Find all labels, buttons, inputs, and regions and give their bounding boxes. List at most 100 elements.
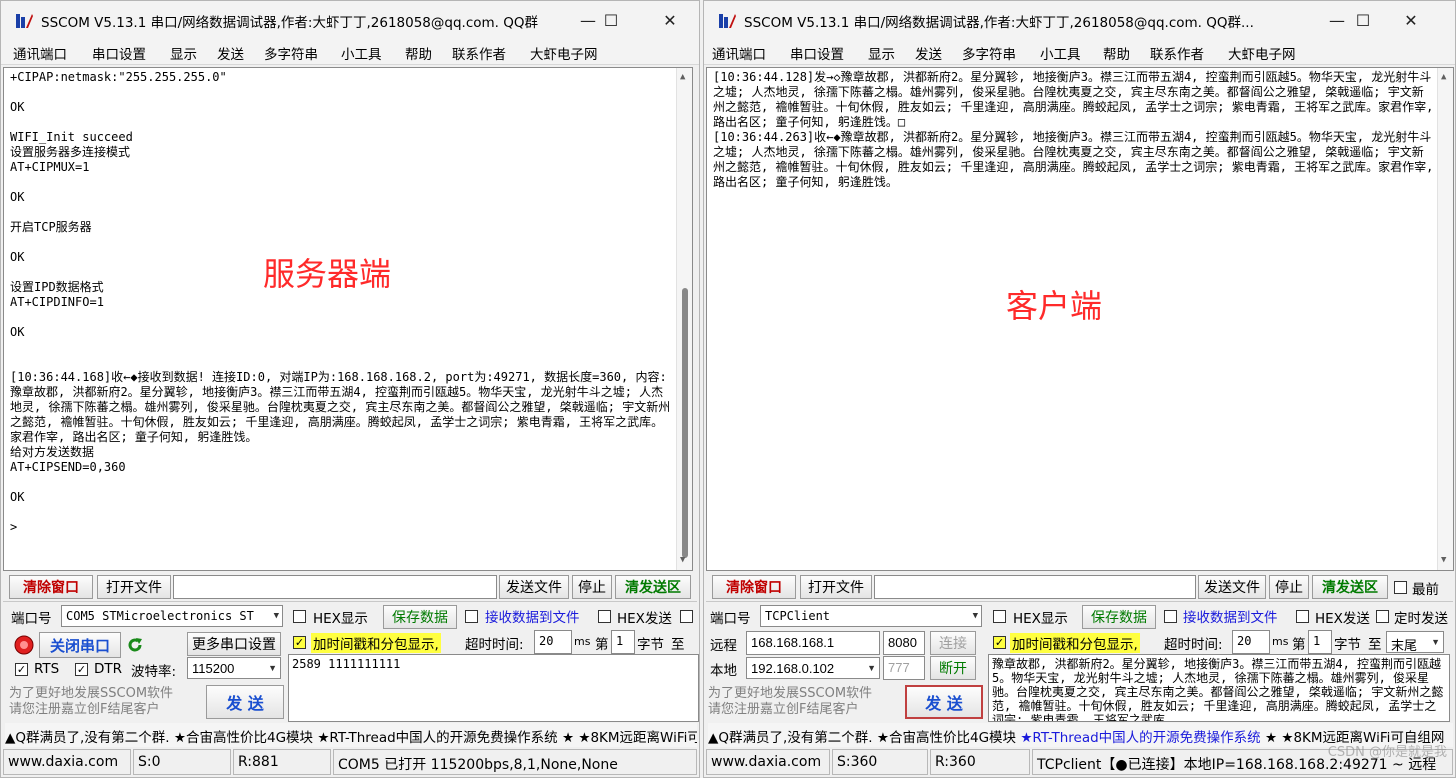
status-sent: S:0 (133, 749, 231, 775)
always-on-top-checkbox[interactable] (1394, 581, 1407, 594)
local-ip-select[interactable]: 192.168.0.102 ▼ (746, 657, 880, 679)
menu-multi-string[interactable]: 多字符串 (962, 43, 1016, 63)
tail-select[interactable]: 末尾 ▼ (1386, 631, 1444, 653)
recv-to-file-checkbox[interactable] (1164, 610, 1177, 623)
di-label: 第 (595, 637, 609, 653)
tool-row: 清除窗口 打开文件 发送文件 停止 清发送区 (5, 575, 697, 600)
title-bar[interactable]: SSCOM V5.13.1 串口/网络数据调试器,作者:大虾丁丁,2618058… (1, 1, 699, 39)
status-site[interactable]: www.daxia.com (706, 749, 830, 775)
timestamp-checkbox[interactable]: ✓ (293, 636, 306, 649)
send-file-button[interactable]: 发送文件 (1198, 575, 1266, 599)
timeout-input[interactable]: 20 (534, 630, 572, 654)
menu-serial-settings[interactable]: 串口设置 (92, 43, 146, 63)
remote-ip-input[interactable]: 168.168.168.1 (746, 631, 880, 655)
port-select[interactable]: TCPClient ▼ (760, 605, 982, 627)
open-file-button[interactable]: 打开文件 (800, 575, 872, 599)
clear-send-button[interactable]: 清发送区 (1312, 575, 1388, 599)
recv-to-file-label[interactable]: 接收数据到文件 (1183, 606, 1278, 626)
hex-display-checkbox[interactable] (993, 610, 1006, 623)
connect-button[interactable]: 连接 (930, 631, 976, 655)
byte-start-input[interactable]: 1 (1308, 630, 1332, 654)
port-status-icon (14, 635, 34, 655)
stop-button[interactable]: 停止 (572, 575, 612, 599)
recv-to-file-checkbox[interactable] (465, 610, 478, 623)
byte-start-input[interactable]: 1 (611, 630, 635, 654)
scroll-down-icon[interactable]: ▼ (1441, 553, 1446, 568)
rts-checkbox[interactable]: ✓ (15, 663, 28, 676)
hex-send-label: HEX发送 (1315, 611, 1370, 627)
timeout-input[interactable]: 20 (1232, 630, 1270, 654)
local-port-input[interactable]: 777 (883, 656, 925, 680)
scroll-up-icon[interactable]: ▲ (1441, 70, 1446, 85)
send-text-area[interactable]: 2589 1111111111 (288, 654, 699, 722)
close-port-button[interactable]: 关闭串口 (39, 632, 121, 658)
promo-line-1: 为了更好地发展SSCOM软件 (9, 686, 174, 701)
save-data-button[interactable]: 保存数据 (1082, 605, 1156, 629)
receive-terminal[interactable]: +CIPAP:netmask:"255.255.255.0" OK WIFI_Ini… (3, 67, 693, 571)
port-label: 端口号 (710, 611, 751, 627)
ticker-part-2[interactable]: ★RT-Thread中国人的开源免费操作系统 (1020, 730, 1260, 746)
scroll-thumb[interactable] (682, 288, 688, 558)
send-button[interactable]: 发 送 (206, 685, 284, 719)
clear-window-button[interactable]: 清除窗口 (712, 575, 796, 599)
hex-send-checkbox[interactable] (1296, 610, 1309, 623)
maximize-icon[interactable]: ☐ (588, 1, 634, 39)
scroll-down-icon[interactable]: ▼ (680, 553, 685, 568)
clear-send-button[interactable]: 清发送区 (615, 575, 691, 599)
hex-display-checkbox[interactable] (293, 610, 306, 623)
menu-daxia-site[interactable]: 大虾电子网 (530, 43, 598, 63)
send-file-button[interactable]: 发送文件 (499, 575, 569, 599)
menu-display[interactable]: 显示 (170, 43, 197, 63)
menu-help[interactable]: 帮助 (1103, 43, 1130, 63)
news-ticker[interactable]: ▲Q群满员了,没有第二个群. ★合宙高性价比4G模块 ★RT-Thread中国人… (5, 723, 697, 747)
timed-send-checkbox[interactable] (680, 610, 693, 623)
remote-port-input[interactable]: 8080 (883, 631, 925, 655)
menu-tools[interactable]: 小工具 (341, 43, 382, 63)
menu-contact[interactable]: 联系作者 (1150, 43, 1204, 63)
terminal-scrollbar[interactable]: ▲ ▼ (676, 68, 692, 570)
title-bar[interactable]: SSCOM V5.13.1 串口/网络数据调试器,作者:大虾丁丁,2618058… (704, 1, 1455, 39)
remote-label: 远程 (710, 638, 737, 654)
hex-send-checkbox[interactable] (598, 610, 611, 623)
menu-daxia-site[interactable]: 大虾电子网 (1228, 43, 1296, 63)
tail-value: 末尾 (1391, 638, 1418, 653)
dtr-checkbox[interactable]: ✓ (75, 663, 88, 676)
menu-tools[interactable]: 小工具 (1040, 43, 1081, 63)
menu-serial-settings[interactable]: 串口设置 (790, 43, 844, 63)
more-serial-settings-button[interactable]: 更多串口设置 (187, 632, 281, 656)
send-text-area[interactable]: 豫章故郡, 洪都新府2。星分翼轸, 地接衡庐3。襟三江而带五湖4, 控蛮荆而引瓯… (988, 654, 1450, 722)
file-path-input[interactable] (874, 575, 1196, 599)
timestamp-checkbox[interactable]: ✓ (993, 636, 1006, 649)
chevron-down-icon: ▼ (867, 663, 876, 673)
file-path-input[interactable] (173, 575, 497, 599)
save-data-button[interactable]: 保存数据 (383, 605, 457, 629)
menu-comm-port[interactable]: 通讯端口 (13, 43, 67, 63)
close-icon[interactable]: ✕ (1388, 1, 1434, 39)
local-ip-value: 192.168.0.102 (751, 661, 835, 676)
terminal-scrollbar[interactable]: ▲ ▼ (1437, 68, 1453, 570)
send-button[interactable]: 发 送 (905, 685, 983, 719)
refresh-icon[interactable] (125, 635, 145, 655)
menu-comm-port[interactable]: 通讯端口 (712, 43, 766, 63)
timed-send-checkbox[interactable] (1376, 610, 1389, 623)
recv-to-file-label[interactable]: 接收数据到文件 (485, 606, 580, 626)
disconnect-button[interactable]: 断开 (930, 656, 976, 680)
stop-button[interactable]: 停止 (1269, 575, 1309, 599)
status-site[interactable]: www.daxia.com (3, 749, 131, 775)
divider (3, 601, 697, 602)
menu-send[interactable]: 发送 (217, 43, 244, 63)
menu-display[interactable]: 显示 (868, 43, 895, 63)
scroll-up-icon[interactable]: ▲ (680, 70, 685, 85)
clear-window-button[interactable]: 清除窗口 (9, 575, 93, 599)
client-side-label: 客户端 (1006, 287, 1103, 325)
open-file-button[interactable]: 打开文件 (97, 575, 171, 599)
menu-multi-string[interactable]: 多字符串 (264, 43, 318, 63)
menu-contact[interactable]: 联系作者 (452, 43, 506, 63)
baud-select[interactable]: 115200 ▼ (187, 657, 281, 679)
maximize-icon[interactable]: ☐ (1340, 1, 1386, 39)
menu-help[interactable]: 帮助 (405, 43, 432, 63)
close-icon[interactable]: ✕ (647, 1, 693, 39)
menu-send[interactable]: 发送 (915, 43, 942, 63)
ms-label: ms (574, 635, 591, 648)
port-select[interactable]: COM5 STMicroelectronics ST ▼ (61, 605, 283, 627)
